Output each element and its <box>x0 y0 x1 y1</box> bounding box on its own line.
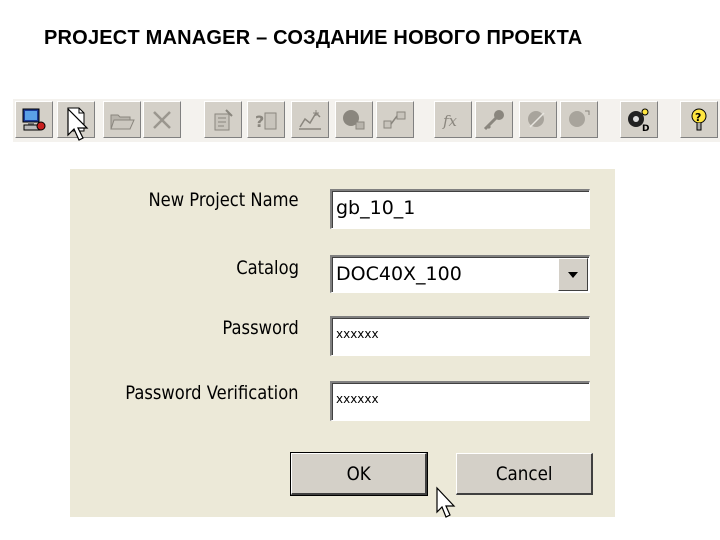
network-icon[interactable] <box>335 101 373 138</box>
catalog-value: DOC40X_100 <box>336 263 462 285</box>
new-project-dialog: New Project Name gb_10_1 Catalog DOC40X_… <box>70 169 615 517</box>
mouse-cursor-icon <box>67 107 89 141</box>
chart-icon[interactable] <box>291 101 329 138</box>
flow-icon[interactable] <box>376 101 414 138</box>
ok-button[interactable]: OK <box>290 452 428 496</box>
run-icon[interactable] <box>519 101 557 138</box>
svg-text:fx: fx <box>442 112 458 130</box>
chevron-down-icon[interactable] <box>558 258 588 291</box>
password-verification-input[interactable]: xxxxxx <box>330 381 590 421</box>
project-name-label: New Project Name <box>148 189 299 211</box>
computer-icon[interactable] <box>15 101 53 138</box>
open-folder-icon[interactable] <box>103 101 141 138</box>
svg-text:?: ? <box>255 112 264 131</box>
delete-icon[interactable] <box>143 101 181 138</box>
project-name-input[interactable]: gb_10_1 <box>330 189 590 229</box>
toolbar: ? fx D ? <box>13 99 720 143</box>
page-title: PROJECT MANAGER – СОЗДАНИЕ НОВОГО ПРОЕКТ… <box>44 27 583 49</box>
cancel-button-label: Cancel <box>495 462 553 485</box>
password-verification-label: Password Verification <box>125 382 299 404</box>
catalog-select[interactable]: DOC40X_100 <box>330 255 590 293</box>
mouse-cursor-icon <box>436 486 456 518</box>
svg-text:D: D <box>642 124 649 134</box>
ok-button-label: OK <box>346 462 371 485</box>
properties-icon[interactable] <box>204 101 242 138</box>
cancel-button[interactable]: Cancel <box>456 453 593 495</box>
run-settings-icon[interactable] <box>560 101 598 138</box>
svg-text:?: ? <box>695 111 701 124</box>
password-label: Password <box>222 317 299 339</box>
catalog-label: Catalog <box>236 257 299 279</box>
help-icon[interactable]: ? <box>680 101 718 138</box>
data-icon[interactable]: D <box>620 101 658 138</box>
question-properties-icon[interactable]: ? <box>247 101 285 138</box>
key-icon[interactable] <box>475 101 513 138</box>
function-icon[interactable]: fx <box>434 101 472 138</box>
password-input[interactable]: xxxxxx <box>330 316 590 356</box>
